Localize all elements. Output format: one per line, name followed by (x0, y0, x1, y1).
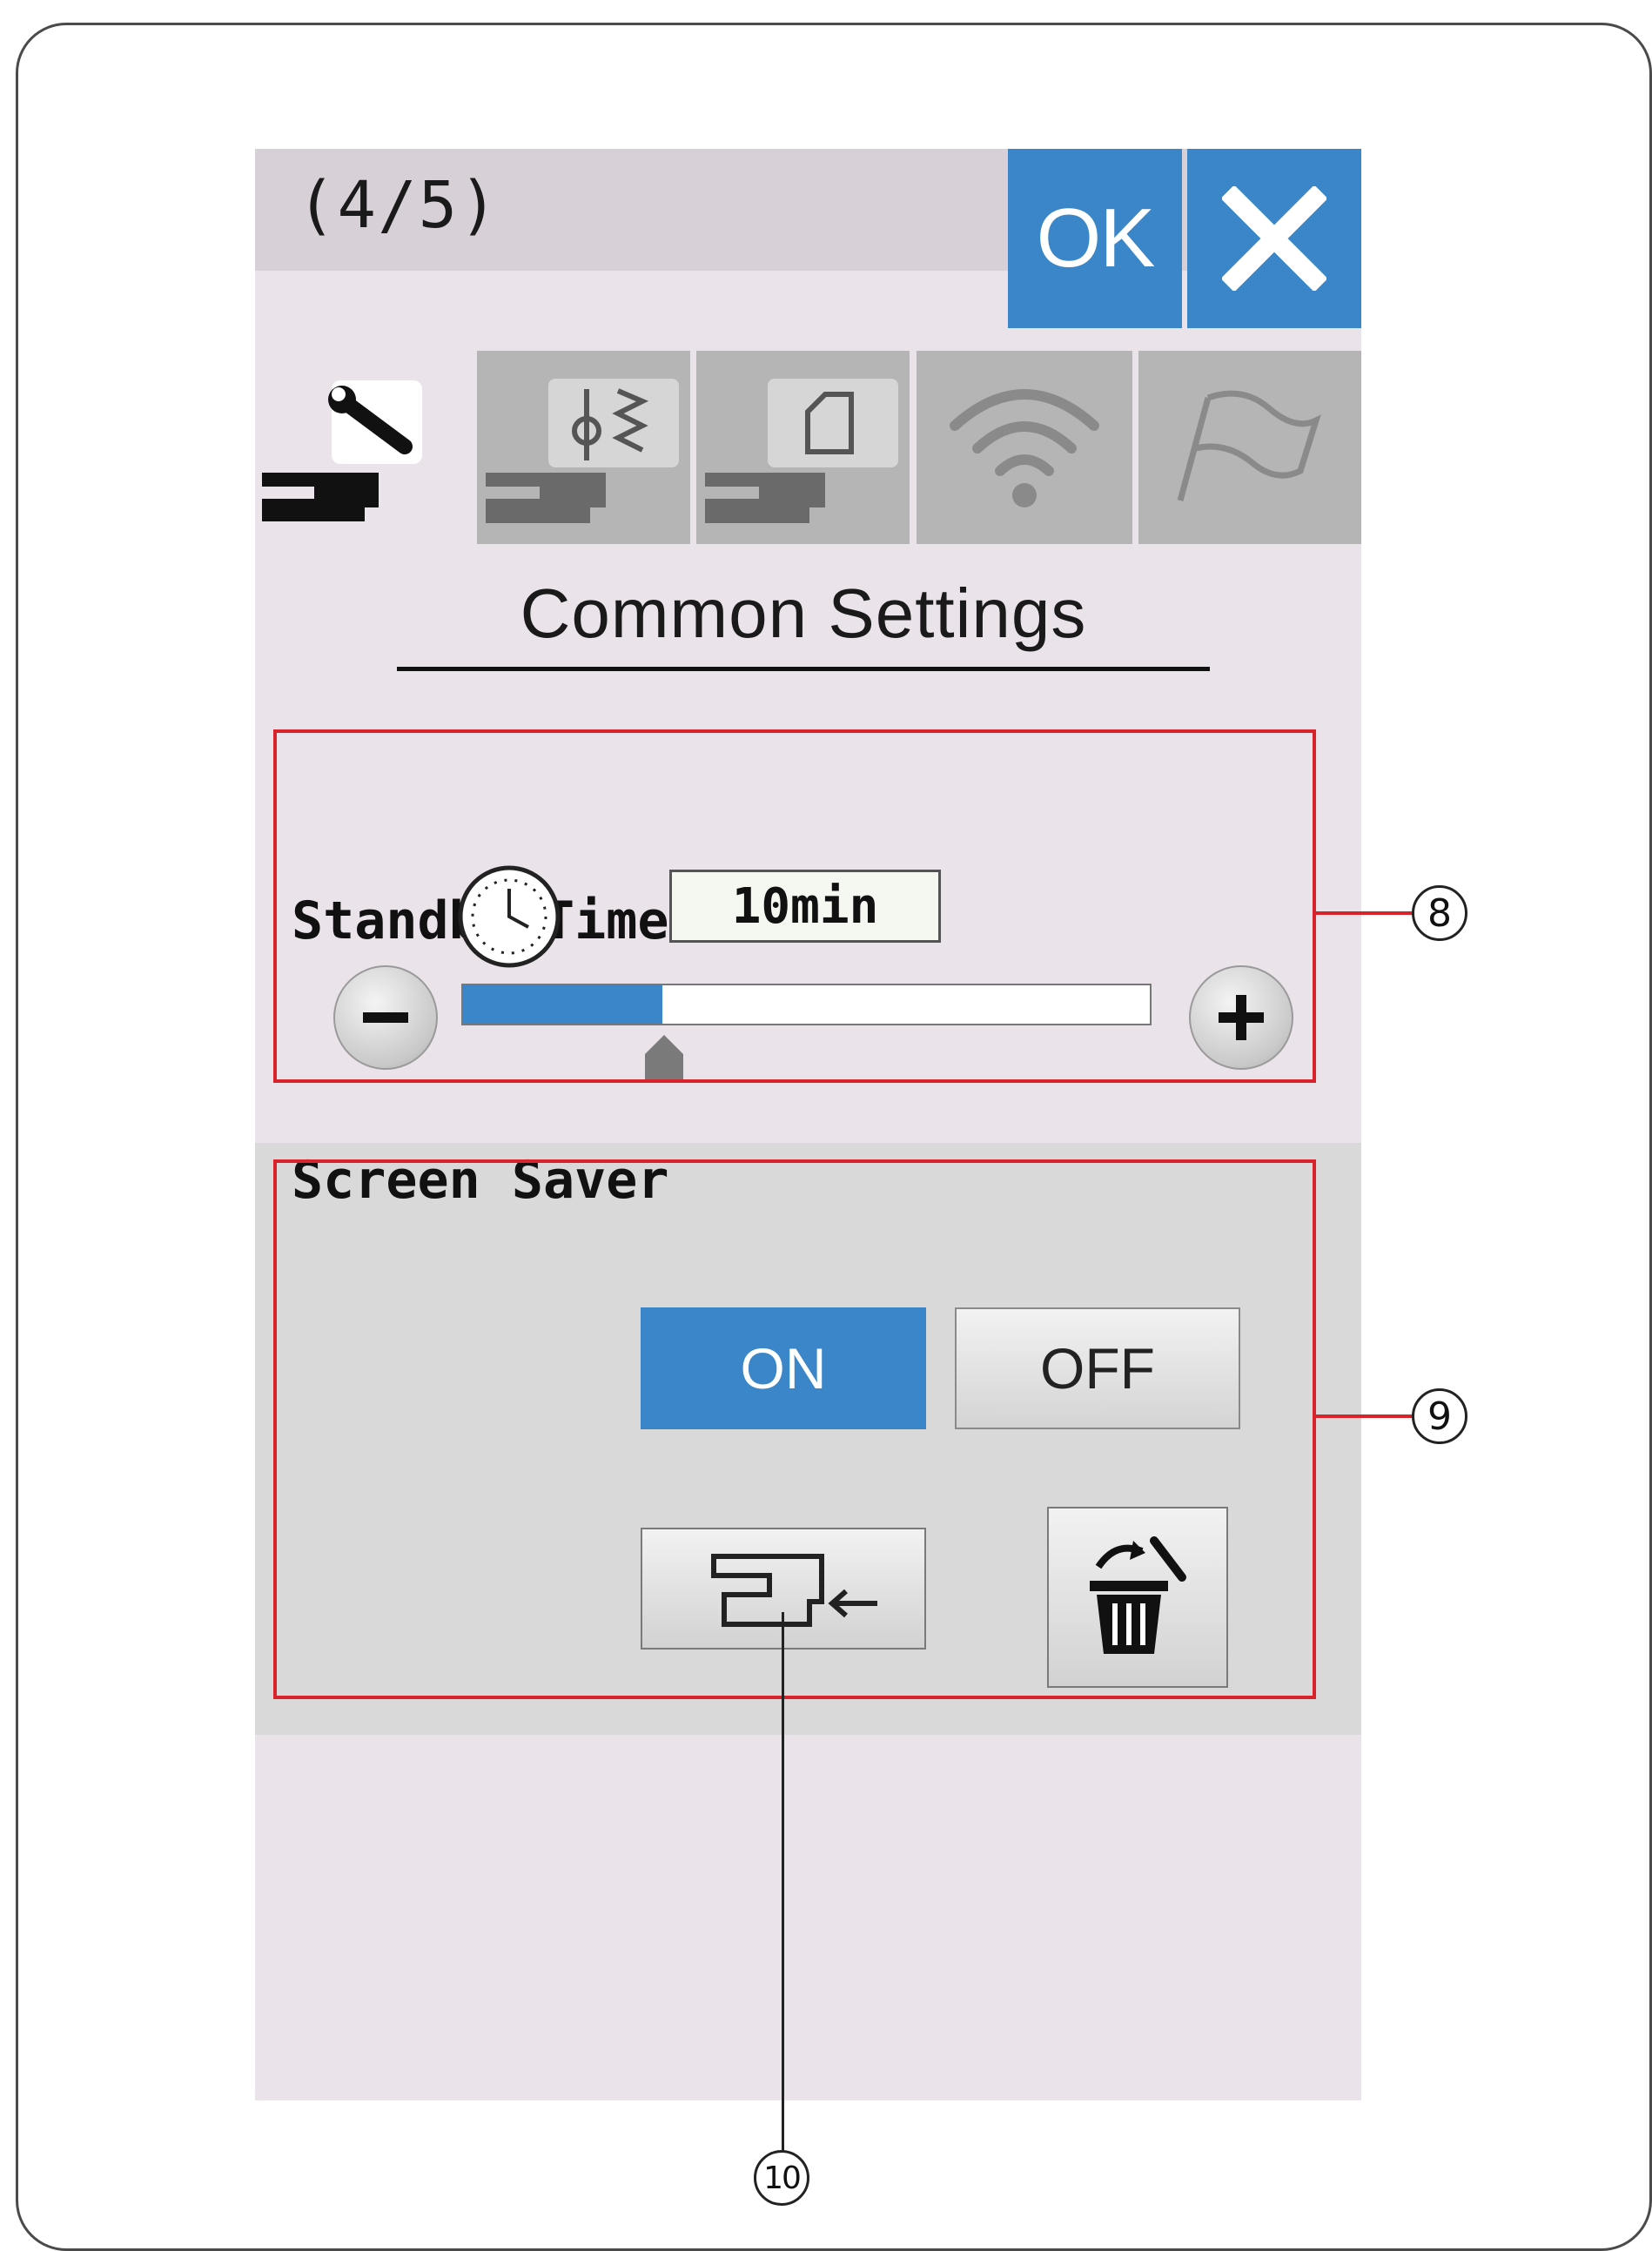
callout-line-screen-saver (1316, 1414, 1412, 1418)
tab-embroidery-settings[interactable] (696, 351, 910, 544)
callout-box-standby (273, 729, 1316, 1083)
stitch-machine-icon (486, 379, 679, 523)
tab-wireless-settings[interactable] (917, 351, 1132, 544)
callout-box-screen-saver (273, 1159, 1316, 1699)
page-title: Common Settings (520, 575, 1087, 652)
page-indicator: (4/5) (297, 168, 500, 243)
empty-area (255, 1735, 1361, 2100)
settings-screen: (4/5) OK Common Settings Standby Timer 1… (255, 149, 1361, 2100)
callout-line-import (782, 1612, 784, 2152)
close-x-icon (1222, 186, 1326, 291)
tab-machine-settings[interactable] (255, 351, 471, 544)
hoop-machine-icon (705, 379, 898, 523)
ok-button[interactable]: OK (1008, 149, 1182, 328)
tab-language-settings[interactable] (1138, 351, 1361, 544)
tab-sewing-settings[interactable] (477, 351, 690, 544)
callout-number-import: 10 (754, 2150, 809, 2206)
close-button[interactable] (1187, 149, 1361, 328)
wrench-machine-icon (262, 380, 422, 521)
callout-number-standby: 8 (1412, 885, 1467, 941)
callout-number-screen-saver: 9 (1412, 1388, 1467, 1444)
title-underline (397, 667, 1210, 671)
settings-tabs (255, 351, 1361, 544)
callout-line-standby (1316, 911, 1412, 915)
wifi-icon (950, 389, 1099, 507)
flag-icon (1177, 390, 1321, 501)
